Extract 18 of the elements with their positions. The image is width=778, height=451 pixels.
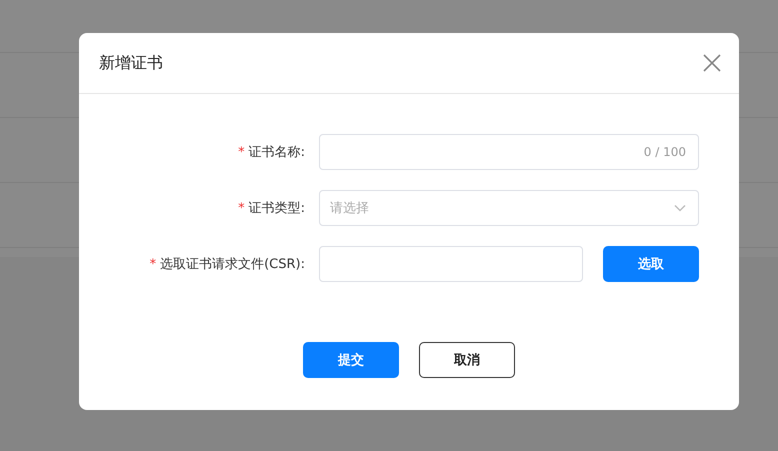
submit-button[interactable]: 提交	[303, 342, 399, 378]
field-label: 证书名称:	[248, 144, 305, 161]
type-select-field[interactable]: 请选择	[319, 190, 699, 226]
required-mark: *	[238, 144, 245, 160]
required-mark: *	[238, 200, 245, 216]
file-input-field[interactable]	[319, 246, 583, 282]
select-placeholder: 请选择	[330, 200, 369, 217]
cancel-button[interactable]: 取消	[419, 342, 515, 378]
name-input-field[interactable]: 0 / 100	[319, 134, 699, 170]
close-button[interactable]	[703, 54, 721, 72]
character-counter: 0 / 100	[644, 145, 686, 159]
field-label: 选取证书请求文件(CSR):	[160, 256, 305, 273]
close-icon	[703, 54, 721, 72]
dialog-title: 新增证书	[99, 52, 163, 74]
chevron-down-icon	[674, 204, 686, 212]
required-mark: *	[150, 256, 156, 272]
field-label: 证书类型:	[248, 200, 305, 217]
select-file-button[interactable]: 选取	[603, 246, 699, 282]
